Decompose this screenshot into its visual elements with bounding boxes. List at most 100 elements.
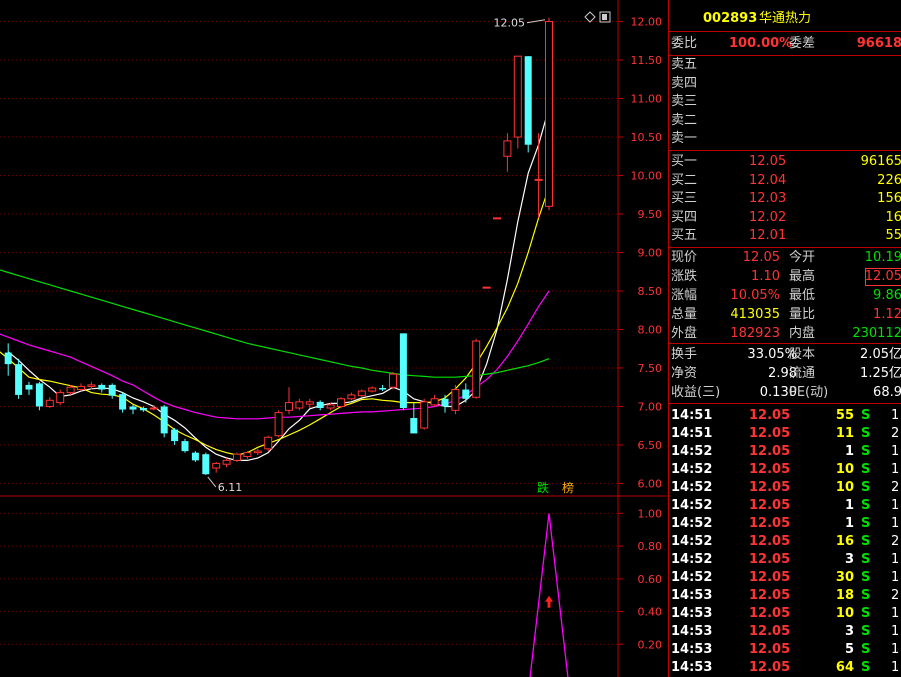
rank-badges[interactable]: 跌榜 — [537, 480, 574, 495]
candle-body — [441, 398, 449, 407]
weicha-value: 96618 — [856, 36, 901, 51]
fundamental-row: 净资 2.98 流通 1.25亿 — [669, 365, 901, 383]
quote-panel: 002893 华通热力 委比 100.00% 委差 96618 卖五 卖四 卖三 卖二… — [668, 0, 901, 677]
bid-price: 12.05 — [749, 154, 787, 169]
candle — [243, 451, 252, 459]
bid-label: 买四 — [671, 209, 698, 225]
candle — [513, 55, 522, 149]
bid-level-3: 买三 12.03 156 — [669, 190, 901, 208]
trade-volume: 1 — [844, 516, 854, 531]
annotation-leader — [207, 476, 217, 488]
trade-price: 12.05 — [749, 588, 791, 603]
candle-body — [45, 399, 54, 407]
weicha-label: 委差 — [789, 36, 816, 51]
ma-line-ma60 — [0, 269, 550, 378]
trade-tick-row[interactable]: 14:52 12.05 10 S 1 — [669, 461, 901, 479]
trade-price: 12.05 — [749, 480, 791, 495]
trade-tick-row[interactable]: 14:53 12.05 18 S 2 — [669, 587, 901, 605]
trade-tick-row[interactable]: 14:53 12.05 5 S 1 — [669, 641, 901, 659]
bid-label: 买三 — [671, 191, 698, 207]
trade-tick-row[interactable]: 14:52 12.05 3 S 1 — [669, 551, 901, 569]
ask-level-5: 卖五 — [669, 56, 901, 74]
candle — [493, 217, 501, 220]
candle — [430, 394, 439, 407]
trade-side: S — [861, 606, 871, 621]
candle-body — [202, 454, 210, 475]
bid-label: 买一 — [671, 154, 698, 169]
candle-body — [222, 459, 231, 465]
candle-body — [410, 418, 418, 434]
trade-tick-row[interactable]: 14:52 12.05 10 S 2 — [669, 479, 901, 497]
candle-body — [243, 452, 252, 458]
trade-price: 12.05 — [749, 570, 791, 585]
trade-price: 12.05 — [749, 606, 791, 621]
quote-row: 现价 12.05 今开 10.19 — [669, 249, 901, 267]
trade-tick-row[interactable]: 14:52 12.05 30 S 1 — [669, 569, 901, 587]
candle — [181, 438, 189, 453]
trade-volume: 3 — [844, 552, 854, 567]
stock-name: 华通热力 — [759, 11, 812, 26]
ma-line-ma10 — [0, 186, 550, 456]
ask-level-4: 卖四 — [669, 75, 901, 93]
candle — [472, 338, 481, 399]
trade-tick-row[interactable]: 14:53 12.05 3 S 1 — [669, 623, 901, 641]
candle-body — [139, 408, 147, 411]
trade-tick-row[interactable]: 14:52 12.05 16 S 2 — [669, 533, 901, 551]
sub-y-tick-label: 0.80 — [638, 540, 663, 553]
trade-tick-row[interactable]: 14:51 12.05 55 S 1 — [669, 407, 901, 425]
quote-label-2: 最高 — [789, 269, 816, 284]
badge-1[interactable]: 榜 — [562, 480, 574, 495]
bid-price: 12.04 — [749, 172, 787, 188]
stock-header: 002893 华通热力 — [669, 10, 901, 28]
trade-side: S — [861, 534, 871, 549]
candle-body — [181, 441, 189, 452]
candle-body — [503, 140, 512, 157]
window-toggle-inner — [602, 14, 607, 20]
bid-price: 12.02 — [749, 209, 787, 225]
candle-body — [316, 401, 324, 409]
trade-tick-row[interactable]: 14:52 12.05 1 S 1 — [669, 443, 901, 461]
trade-price: 12.05 — [749, 642, 791, 657]
diamond-icon[interactable] — [584, 11, 596, 23]
ask-label: 卖四 — [671, 75, 698, 91]
candle-body — [493, 217, 501, 220]
main-y-axis: 12.00 11.50 11.00 10.50 10.00 9.50 9.00 8.50 8.0… — [618, 16, 663, 490]
candle — [347, 392, 356, 401]
candle-body — [253, 450, 262, 454]
fundamental-label: 净资 — [671, 366, 698, 381]
candle — [357, 389, 366, 398]
indicator-line — [529, 513, 569, 677]
candle-body — [129, 406, 137, 410]
trade-volume: 55 — [835, 408, 854, 423]
sub-y-tick-label: 0.60 — [638, 573, 663, 586]
y-tick-label: 11.00 — [631, 93, 663, 106]
trade-count: 1 — [891, 408, 900, 423]
trade-volume: 1 — [844, 444, 854, 459]
candle-body — [212, 462, 221, 469]
candle-body — [171, 429, 179, 442]
badge-0[interactable]: 跌 — [537, 480, 549, 495]
ask-label: 卖五 — [671, 57, 698, 72]
trade-side: S — [861, 444, 871, 459]
candle — [545, 17, 553, 211]
y-tick-label: 6.50 — [638, 439, 663, 452]
bid-volume: 226 — [877, 172, 901, 188]
quote-label: 现价 — [671, 250, 698, 265]
trade-side: S — [861, 462, 871, 477]
candle-body — [368, 387, 377, 392]
y-tick-label: 9.00 — [638, 247, 663, 260]
candle-body — [56, 392, 65, 404]
trade-tick-row[interactable]: 14:51 12.05 11 S 2 — [669, 425, 901, 443]
price-annotations: 12.05 6.11 — [207, 17, 546, 494]
kline-chart[interactable]: 12.05 6.11 12.00 11.50 11.00 10.50 10.00 9.50 9… — [0, 0, 667, 677]
trade-tick-row[interactable]: 14:53 12.05 10 S 1 — [669, 605, 901, 623]
trade-tick-row[interactable]: 14:52 12.05 1 S 1 — [669, 515, 901, 533]
candle — [191, 451, 199, 462]
trade-tick-row[interactable]: 14:52 12.05 1 S 1 — [669, 497, 901, 515]
trade-tick-row[interactable]: 14:53 12.05 64 S 1 — [669, 659, 901, 677]
candle-body — [191, 452, 199, 461]
trade-volume: 30 — [835, 570, 854, 585]
candle-body — [233, 453, 241, 461]
trade-count: 2 — [891, 588, 900, 603]
quote-value: 1.10 — [751, 269, 780, 284]
